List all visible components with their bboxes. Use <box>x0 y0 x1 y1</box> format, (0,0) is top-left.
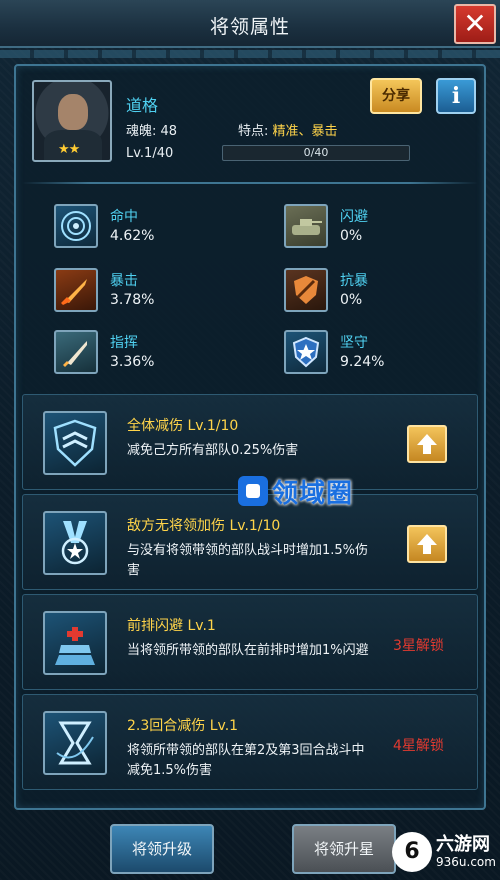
site-name: 六游网 <box>436 834 490 855</box>
skill-name: 2.3回合减伤 Lv.1 <box>127 718 239 734</box>
rocket-icon <box>54 330 98 374</box>
star-rating: ★★ <box>58 142 80 157</box>
site-logo-icon: 6 <box>392 832 432 872</box>
info-button[interactable]: i <box>436 78 476 114</box>
grid-icon <box>43 611 107 675</box>
shell-icon <box>54 268 98 312</box>
hero-level: Lv.1/40 <box>126 146 174 161</box>
hourglass-icon <box>43 711 107 775</box>
stat-value: 0% <box>340 292 363 308</box>
skill-upgrade-button[interactable] <box>407 525 447 563</box>
skill-upgrade-button[interactable] <box>407 425 447 463</box>
watermark-logo-icon <box>238 476 268 506</box>
window-title: 将领属性 <box>209 16 290 38</box>
share-button[interactable]: 分享 <box>370 78 422 114</box>
unlock-requirement: 4星解锁 <box>393 738 444 754</box>
skill-row: 前排闪避 Lv.1 当将领所带领的部队在前排时增加1%闪避 3星解锁 <box>22 594 478 690</box>
stat-label: 暴击 <box>110 273 138 289</box>
stat-crit-resist: 抗暴 0% <box>284 268 484 314</box>
exp-text: 0/40 <box>303 146 329 159</box>
stat-hit: 命中 4.62% <box>54 204 254 250</box>
target-icon <box>54 204 98 248</box>
hero-upgrade-button[interactable]: 将领升级 <box>110 824 214 874</box>
stat-label: 闪避 <box>340 209 368 225</box>
skill-name: 全体减伤 Lv.1/10 <box>127 418 239 434</box>
close-button[interactable]: ✕ <box>454 4 496 44</box>
info-icon: i <box>451 83 461 109</box>
skill-row: 敌方无将领加伤 Lv.1/10 与没有将领带领的部队战斗时增加1.5%伤害 <box>22 494 478 590</box>
hero-attribute-window: 将领属性 ✕ ★★ 道格 魂魄: 48 特点: 精准、暴击 Lv.1/40 0/… <box>0 0 500 880</box>
hero-header: ★★ 道格 魂魄: 48 特点: 精准、暴击 Lv.1/40 0/40 分享 i <box>22 72 478 176</box>
title-bar: 将领属性 ✕ <box>0 0 500 48</box>
section-divider <box>22 182 478 184</box>
skill-name: 敌方无将领加伤 Lv.1/10 <box>127 518 281 534</box>
unlock-requirement: 3星解锁 <box>393 638 444 654</box>
arrow-up-icon <box>417 434 437 454</box>
star-shield-icon <box>284 330 328 374</box>
site-url: 936u.com <box>436 855 496 869</box>
title-divider <box>0 50 500 58</box>
chevron-shield-icon <box>43 411 107 475</box>
stat-crit: 暴击 3.78% <box>54 268 254 314</box>
stat-label: 指挥 <box>110 335 138 351</box>
stat-value: 0% <box>340 228 363 244</box>
site-text: 六游网 936u.com <box>436 834 496 870</box>
watermark-text: 领域圈 <box>272 478 354 509</box>
skill-description: 减免己方所有部队0.25%伤害 <box>127 443 299 458</box>
site-watermark: 6 六游网 936u.com <box>392 832 496 872</box>
skill-description: 当将领所带领的部队在前排时增加1%闪避 <box>127 643 369 658</box>
stat-defend: 坚守 9.24% <box>284 330 484 376</box>
trait-label: 特点: <box>238 124 273 139</box>
medal-icon <box>43 511 107 575</box>
hero-star-up-button[interactable]: 将领升星 <box>292 824 396 874</box>
stat-command: 指挥 3.36% <box>54 330 254 376</box>
trait-value: 精准、暴击 <box>272 124 338 139</box>
watermark: 领域圈 <box>238 474 354 509</box>
stat-value: 4.62% <box>110 228 155 244</box>
exp-bar: 0/40 <box>222 145 410 161</box>
stat-label: 抗暴 <box>340 273 368 289</box>
close-icon: ✕ <box>463 7 487 40</box>
skill-row: 2.3回合减伤 Lv.1 将领所带领的部队在第2及第3回合战斗中减免1.5%伤害… <box>22 694 478 790</box>
stat-value: 9.24% <box>340 354 385 370</box>
hero-name: 道格 <box>126 96 159 115</box>
arrow-up-icon <box>417 534 437 554</box>
tank-icon <box>284 204 328 248</box>
hero-soul: 魂魄: 48 <box>126 124 178 139</box>
stat-label: 命中 <box>110 209 138 225</box>
hero-trait: 特点: 精准、暴击 <box>238 120 338 139</box>
stat-label: 坚守 <box>340 335 368 351</box>
stat-value: 3.78% <box>110 292 155 308</box>
portrait-head <box>58 94 88 130</box>
skill-description: 与没有将领带领的部队战斗时增加1.5%伤害 <box>127 543 369 578</box>
shield-slash-icon <box>284 268 328 312</box>
hero-portrait[interactable]: ★★ <box>32 80 112 162</box>
skill-name: 前排闪避 Lv.1 <box>127 618 216 634</box>
stat-dodge: 闪避 0% <box>284 204 484 250</box>
stat-value: 3.36% <box>110 354 155 370</box>
skill-description: 将领所带领的部队在第2及第3回合战斗中减免1.5%伤害 <box>127 743 365 778</box>
